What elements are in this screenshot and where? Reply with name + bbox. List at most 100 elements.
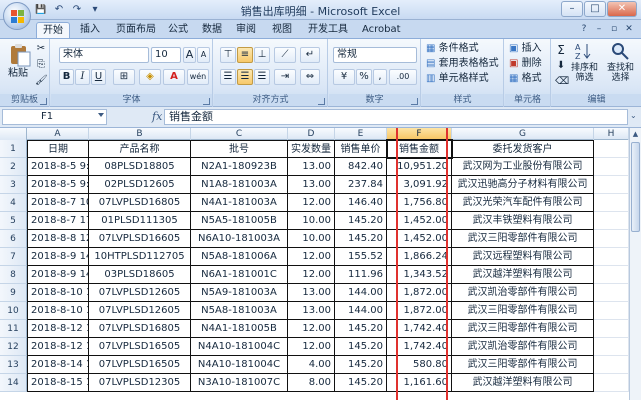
table-cell[interactable]: 145.20 (335, 374, 387, 392)
table-cell[interactable]: N3A10-181007C (191, 374, 288, 392)
table-cell[interactable]: 07LVPLSD12605 (89, 302, 191, 320)
expand-formula-bar-icon[interactable]: ⌄ (630, 111, 639, 123)
table-cell[interactable]: 武汉凯治零部件有限公司 (452, 338, 594, 356)
fill-color-icon[interactable]: ◈ (139, 69, 161, 85)
table-cell[interactable]: 07LVPLSD16805 (89, 320, 191, 338)
align-middle-icon[interactable]: ≡ (237, 47, 253, 63)
table-cell[interactable]: 3,091.92 (387, 176, 452, 194)
table-cell[interactable]: N4A1-181003A (191, 194, 288, 212)
row-header-2[interactable]: 2 (0, 158, 27, 176)
empty-cell[interactable] (594, 284, 629, 302)
wrap-text-icon[interactable]: ↵ (300, 47, 320, 63)
table-cell[interactable]: 1,872.00 (387, 284, 452, 302)
empty-cell[interactable] (594, 320, 629, 338)
table-cell[interactable]: 武汉越洋塑料有限公司 (452, 266, 594, 284)
table-cell[interactable]: N5A9-181003A (191, 284, 288, 302)
percent-button[interactable]: % (356, 69, 372, 85)
worksheet-grid[interactable]: ABCDEFGH 日期 产品名称 批号 实发数量 销售单价 销售金额 委托发货客户 2018-… (0, 128, 641, 400)
table-cell[interactable]: 145.20 (335, 230, 387, 248)
table-cell[interactable]: 武汉丰铁塑料有限公司 (452, 212, 594, 230)
table-cell[interactable]: N2A1-180923B (191, 158, 288, 176)
font-name-select[interactable]: 宋体 (59, 47, 149, 63)
header-cell[interactable]: 实发数量 (288, 140, 335, 158)
table-cell[interactable]: 08PLSD18805 (89, 158, 191, 176)
table-cell[interactable]: 13.00 (288, 158, 335, 176)
table-cell[interactable]: 155.52 (335, 248, 387, 266)
table-cell[interactable]: 145.20 (335, 320, 387, 338)
column-header-f[interactable]: F (387, 128, 452, 140)
row-header-6[interactable]: 6 (0, 230, 27, 248)
table-cell[interactable]: 2018-8-14 13:53 (27, 356, 89, 374)
table-cell[interactable]: 武汉三阳零部件有限公司 (452, 230, 594, 248)
table-cell[interactable]: 12.00 (288, 338, 335, 356)
table-cell[interactable]: 13.00 (288, 302, 335, 320)
clear-icon[interactable]: ⌫ (554, 74, 569, 90)
fill-icon[interactable]: ⬇ (554, 58, 568, 74)
table-cell[interactable]: 07LVPLSD16805 (89, 194, 191, 212)
ribbon-minimize-icon[interactable]: – (593, 23, 605, 35)
table-cell[interactable]: 1,756.80 (387, 194, 452, 212)
copy-icon[interactable]: ⎘ (34, 57, 48, 73)
table-cell[interactable]: 01PLSD111305 (89, 212, 191, 230)
header-cell[interactable]: 销售单价 (335, 140, 387, 158)
table-cell[interactable]: 武汉三阳零部件有限公司 (452, 356, 594, 374)
format-cells-button[interactable]: ▦ 格式 (509, 72, 542, 85)
align-bottom-icon[interactable]: ⊥ (254, 47, 270, 63)
vertical-scrollbar[interactable]: ▲ (629, 128, 641, 400)
table-cell[interactable]: 2018-8-9 14:28 (27, 266, 89, 284)
row-header-8[interactable]: 8 (0, 266, 27, 284)
table-cell[interactable]: 07LVPLSD12305 (89, 374, 191, 392)
table-cell[interactable]: 4.00 (288, 356, 335, 374)
orientation-icon[interactable]: ⟋ (274, 47, 296, 63)
table-cell[interactable]: 580.80 (387, 356, 452, 374)
table-cell[interactable]: 03PLSD18605 (89, 266, 191, 284)
table-cell[interactable]: 10HTPLSD112705 (89, 248, 191, 266)
header-cell[interactable]: 批号 (191, 140, 288, 158)
shrink-font-button[interactable]: A (197, 47, 210, 63)
column-header-a[interactable]: A (27, 128, 89, 140)
table-cell[interactable]: 237.84 (335, 176, 387, 194)
table-cell[interactable]: 10.00 (288, 212, 335, 230)
empty-cell[interactable] (594, 356, 629, 374)
number-format-select[interactable]: 常规 (333, 47, 417, 63)
table-format-button[interactable]: ▤ 套用表格格式 (426, 57, 499, 70)
comma-button[interactable]: , (373, 69, 387, 85)
table-cell[interactable]: 武汉光荣汽车配件有限公司 (452, 194, 594, 212)
select-all-corner[interactable] (0, 128, 27, 140)
column-header-b[interactable]: B (89, 128, 191, 140)
clipboard-launcher-icon[interactable] (40, 98, 47, 105)
table-cell[interactable]: 1,161.60 (387, 374, 452, 392)
table-cell[interactable]: 8.00 (288, 374, 335, 392)
help-icon[interactable]: ? (578, 23, 590, 35)
table-cell[interactable]: 2018-8-8 12:36 (27, 230, 89, 248)
row-header-4[interactable]: 4 (0, 194, 27, 212)
tab-formulas[interactable]: 公式 (162, 22, 194, 38)
format-painter-icon[interactable]: 🖌 (34, 73, 48, 89)
row-header-13[interactable]: 13 (0, 356, 27, 374)
row-header-14[interactable]: 14 (0, 374, 27, 392)
empty-cell[interactable] (594, 158, 629, 176)
currency-button[interactable]: ¥ (333, 69, 355, 85)
phonetic-button[interactable]: wén (187, 69, 209, 85)
tab-acrobat[interactable]: Acrobat (356, 22, 407, 38)
scroll-up-icon[interactable]: ▲ (631, 129, 640, 140)
table-cell[interactable]: 2018-8-5 9:31 (27, 176, 89, 194)
number-launcher-icon[interactable] (411, 98, 418, 105)
empty-cell[interactable] (594, 176, 629, 194)
align-center-icon[interactable]: ☰ (237, 69, 253, 85)
scroll-thumb[interactable] (631, 142, 640, 232)
column-header-c[interactable]: C (191, 128, 288, 140)
table-cell[interactable]: 2018-8-9 14:21 (27, 248, 89, 266)
ribbon-close-icon[interactable]: ✕ (623, 23, 635, 35)
header-cell[interactable]: 产品名称 (89, 140, 191, 158)
borders-icon[interactable]: ⊞ (113, 69, 135, 85)
row-header-1[interactable]: 1 (0, 140, 27, 158)
table-cell[interactable]: 12.00 (288, 320, 335, 338)
table-cell[interactable]: 12.00 (288, 194, 335, 212)
column-header-h[interactable]: H (594, 128, 629, 140)
empty-cell[interactable] (594, 230, 629, 248)
column-header-d[interactable]: D (288, 128, 335, 140)
table-cell[interactable]: 2018-8-12 11:40 (27, 320, 89, 338)
table-cell[interactable]: 1,866.24 (387, 248, 452, 266)
empty-cell[interactable] (594, 194, 629, 212)
